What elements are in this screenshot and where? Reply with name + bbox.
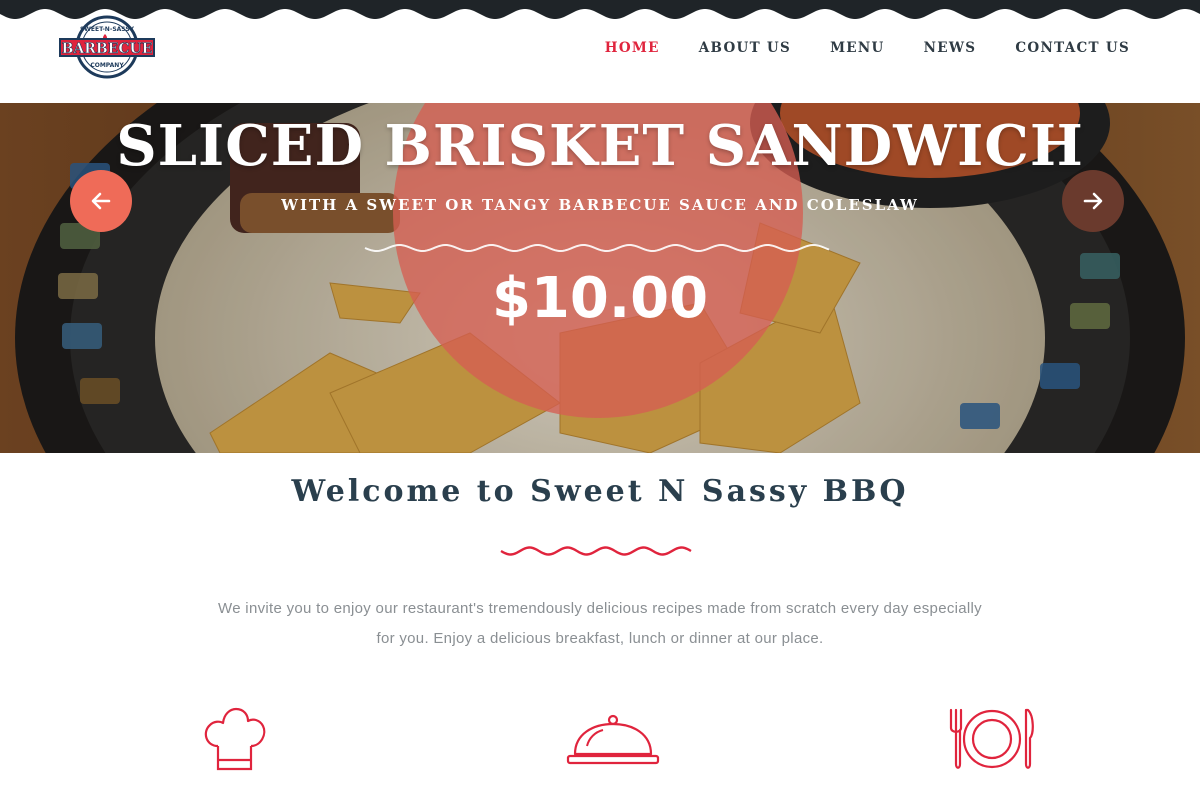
hero-subtitle: WITH A SWEET OR TANGY BARBECUE SAUCE AND… xyxy=(281,196,919,214)
hero-title: SLICED BRISKET SANDWICH xyxy=(116,113,1084,179)
chef-hat-icon xyxy=(204,707,266,771)
svg-text:BARBECUE: BARBECUE xyxy=(62,41,153,57)
intro-line-2: for you. Enjoy a delicious breakfast, lu… xyxy=(376,630,824,647)
arrow-right-icon xyxy=(1083,192,1103,210)
plate-cutlery-icon xyxy=(949,708,1034,769)
hero-title-wrap: SLICED BRISKET SANDWICH xyxy=(0,113,1200,179)
svg-text:SWEET-N-SASSY: SWEET-N-SASSY xyxy=(80,26,135,33)
nav-about-us[interactable]: ABOUT US xyxy=(699,40,791,56)
arrow-left-icon xyxy=(91,192,111,210)
intro-line-1: We invite you to enjoy our restaurant's … xyxy=(218,600,982,617)
nav-menu[interactable]: MENU xyxy=(830,40,885,56)
cloche-icon xyxy=(566,714,660,765)
nav-news[interactable]: NEWS xyxy=(924,40,977,56)
prev-slide-button[interactable] xyxy=(70,170,132,232)
hero-price: $10.00 xyxy=(491,266,709,331)
wave-divider xyxy=(500,546,692,556)
barbecue-logo-icon: SWEET-N-SASSY BARBECUE COMPANY xyxy=(59,15,155,79)
site-header: SWEET-N-SASSY BARBECUE COMPANY HOME ABOU… xyxy=(0,0,1200,103)
svg-text:COMPANY: COMPANY xyxy=(90,62,124,69)
nav-home[interactable]: HOME xyxy=(605,40,660,56)
main-nav: HOME ABOUT US MENU NEWS CONTACT US xyxy=(566,40,1130,56)
next-slide-button[interactable] xyxy=(1062,170,1124,232)
intro-text: We invite you to enjoy our restaurant's … xyxy=(200,594,1000,654)
welcome-title: Welcome to Sweet N Sassy BBQ xyxy=(291,474,909,509)
nav-contact-us[interactable]: CONTACT US xyxy=(1015,40,1130,56)
site-logo[interactable]: SWEET-N-SASSY BARBECUE COMPANY xyxy=(58,14,156,80)
hero-slider: SLICED BRISKET SANDWICH WITH A SWEET OR … xyxy=(0,103,1200,453)
